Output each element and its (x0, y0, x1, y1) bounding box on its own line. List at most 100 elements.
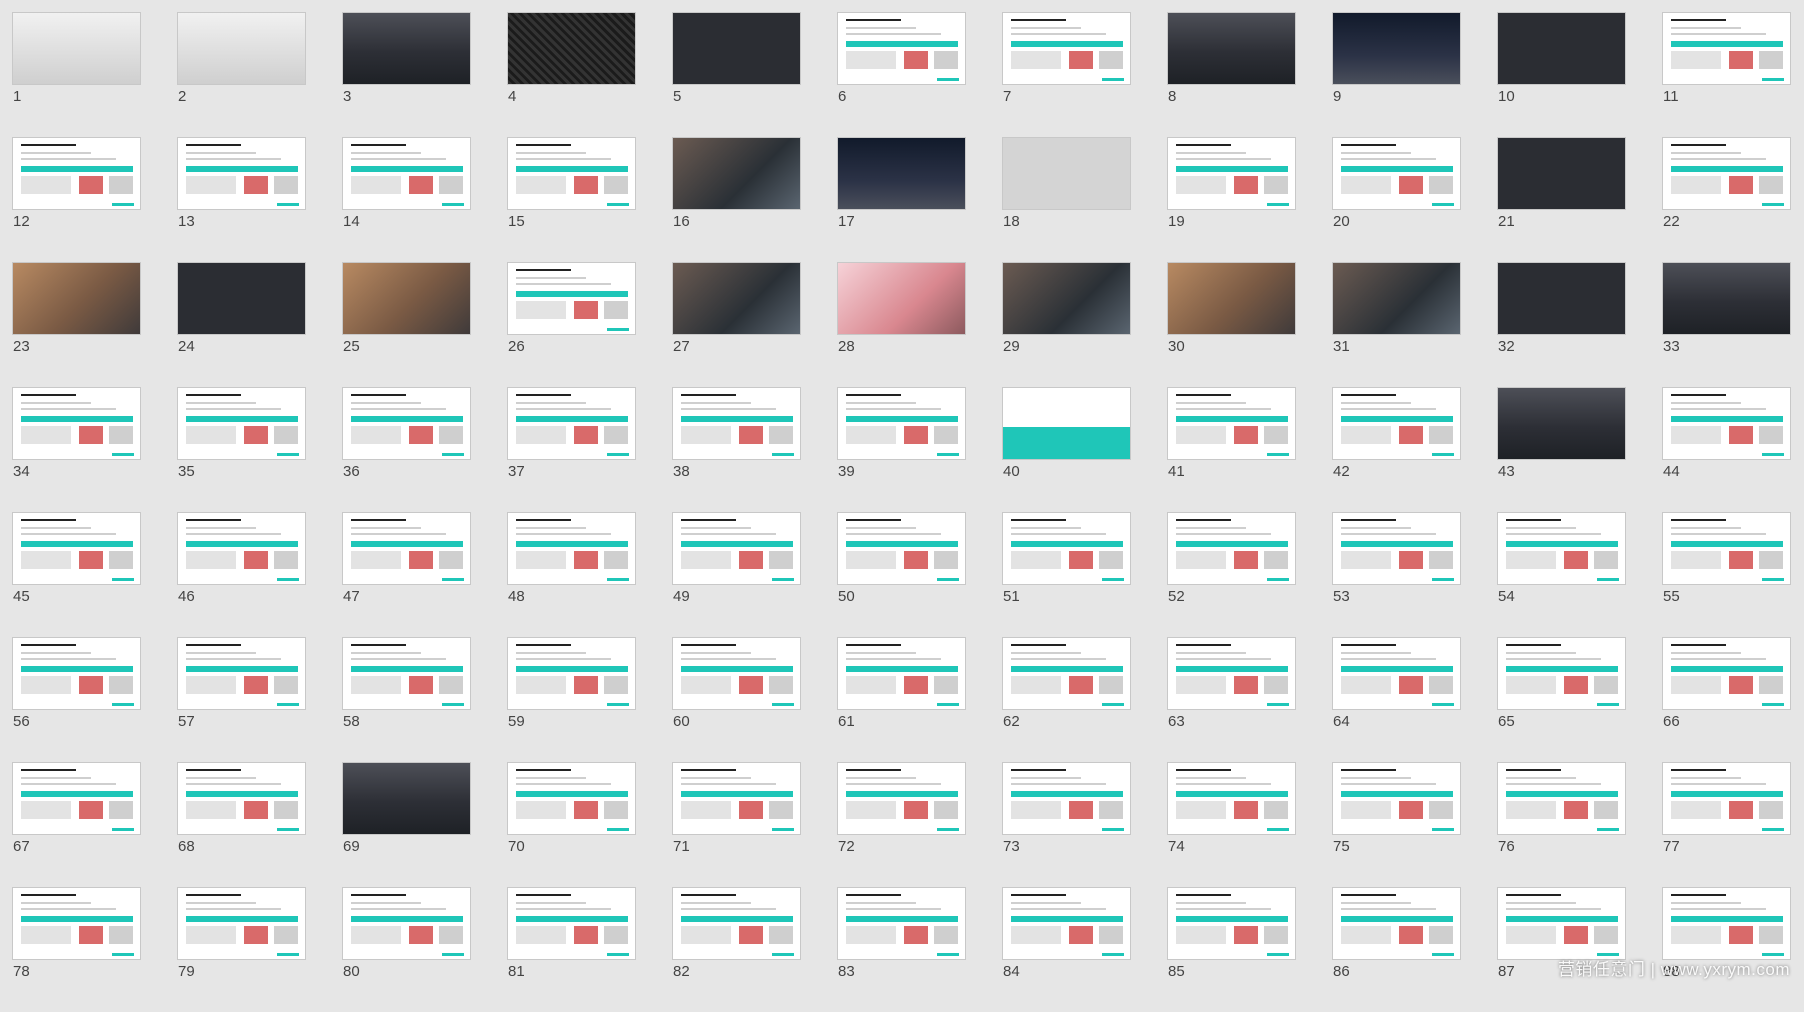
slide-thumbnail[interactable] (672, 887, 801, 960)
slide-thumbnail[interactable] (177, 512, 306, 585)
slide-thumbnail[interactable] (177, 12, 306, 85)
slide-thumbnail[interactable] (1332, 12, 1461, 85)
slide-thumbnail[interactable] (1167, 887, 1296, 960)
slide-thumbnail[interactable] (342, 12, 471, 85)
slide-thumbnail[interactable] (1167, 387, 1296, 460)
slide-thumbnail[interactable] (177, 637, 306, 710)
slide-thumbnail[interactable] (1002, 762, 1131, 835)
slide-thumbnail[interactable] (1497, 512, 1626, 585)
slide-thumbnail[interactable] (1662, 387, 1791, 460)
slide-thumbnail[interactable] (1167, 262, 1296, 335)
slide-thumbnail[interactable] (1002, 887, 1131, 960)
slide-thumbnail[interactable] (837, 762, 966, 835)
slide-thumbnail[interactable] (12, 387, 141, 460)
slide-thumbnail[interactable] (177, 387, 306, 460)
slide-thumbnail[interactable] (12, 762, 141, 835)
slide-thumbnail[interactable] (1662, 137, 1791, 210)
slide-thumbnail[interactable] (177, 762, 306, 835)
slide-thumbnail[interactable] (507, 512, 636, 585)
slide-thumbnail[interactable] (1002, 637, 1131, 710)
slide-thumbnail[interactable] (1002, 12, 1131, 85)
slide-thumbnail[interactable] (177, 262, 306, 335)
slide-thumbnail[interactable] (177, 137, 306, 210)
slide-thumbnail[interactable] (177, 887, 306, 960)
slide-thumbnail-cell: 70 (507, 762, 636, 887)
slide-thumbnail[interactable] (1497, 887, 1626, 960)
slide-number: 4 (508, 88, 517, 105)
slide-thumbnail[interactable] (837, 262, 966, 335)
slide-thumbnail[interactable] (342, 637, 471, 710)
slide-thumbnail[interactable] (1497, 262, 1626, 335)
slide-thumbnail-cell: 45 (12, 512, 141, 637)
slide-thumbnail[interactable] (1167, 637, 1296, 710)
slide-thumbnail[interactable] (672, 637, 801, 710)
slide-thumbnail-cell: 55 (1662, 512, 1791, 637)
slide-thumbnail[interactable] (342, 762, 471, 835)
slide-thumbnail[interactable] (1662, 762, 1791, 835)
slide-thumbnail[interactable] (507, 137, 636, 210)
slide-thumbnail[interactable] (507, 637, 636, 710)
slide-thumbnail[interactable] (1497, 637, 1626, 710)
slide-thumbnail[interactable] (1497, 12, 1626, 85)
slide-thumbnail[interactable] (1497, 762, 1626, 835)
slide-thumbnail[interactable] (12, 512, 141, 585)
slide-thumbnail[interactable] (1662, 637, 1791, 710)
slide-thumbnail[interactable] (342, 512, 471, 585)
slide-logo-mark (772, 953, 794, 956)
slide-thumbnail[interactable] (507, 762, 636, 835)
slide-thumbnail[interactable] (672, 262, 801, 335)
slide-thumbnail[interactable] (1497, 137, 1626, 210)
slide-thumbnail[interactable] (1332, 887, 1461, 960)
slide-thumbnail[interactable] (12, 887, 141, 960)
slide-thumbnail[interactable] (507, 262, 636, 335)
slide-thumbnail[interactable] (1662, 512, 1791, 585)
slide-thumbnail[interactable] (1167, 12, 1296, 85)
slide-thumbnail[interactable] (1167, 137, 1296, 210)
slide-thumbnail[interactable] (1332, 762, 1461, 835)
slide-thumbnail[interactable] (1002, 512, 1131, 585)
slide-logo-mark (937, 828, 959, 831)
slide-thumbnail[interactable] (672, 12, 801, 85)
slide-thumbnail[interactable] (1002, 387, 1131, 460)
slide-thumbnail[interactable] (1497, 387, 1626, 460)
slide-thumbnail[interactable] (1167, 512, 1296, 585)
slide-thumbnail[interactable] (672, 512, 801, 585)
slide-thumbnail[interactable] (342, 387, 471, 460)
slide-thumbnail[interactable] (1332, 262, 1461, 335)
slide-thumbnail[interactable] (837, 637, 966, 710)
slide-thumbnail[interactable] (12, 137, 141, 210)
slide-thumbnail[interactable] (837, 387, 966, 460)
slide-thumbnail[interactable] (1662, 12, 1791, 85)
slide-thumbnail[interactable] (1662, 262, 1791, 335)
slide-thumbnail[interactable] (1332, 512, 1461, 585)
slide-thumbnail[interactable] (837, 12, 966, 85)
slide-thumbnail[interactable] (1332, 637, 1461, 710)
slide-thumbnail[interactable] (1662, 887, 1791, 960)
slide-thumbnail-cell: 76 (1497, 762, 1626, 887)
slide-thumbnail[interactable] (837, 887, 966, 960)
slide-thumbnail[interactable] (1002, 137, 1131, 210)
slide-thumbnail[interactable] (507, 887, 636, 960)
slide-thumbnail[interactable] (342, 137, 471, 210)
slide-thumbnail[interactable] (672, 762, 801, 835)
slide-thumbnail[interactable] (1167, 762, 1296, 835)
slide-logo-mark (1267, 703, 1289, 706)
slide-thumbnail[interactable] (12, 12, 141, 85)
slide-number: 63 (1168, 713, 1185, 730)
slide-thumbnail[interactable] (12, 637, 141, 710)
slide-thumbnail[interactable] (12, 262, 141, 335)
slide-thumbnail[interactable] (1002, 262, 1131, 335)
slide-thumbnail[interactable] (342, 887, 471, 960)
slide-thumbnail[interactable] (342, 262, 471, 335)
slide-thumbnail[interactable] (672, 387, 801, 460)
slide-thumbnail[interactable] (1332, 387, 1461, 460)
slide-thumbnail[interactable] (1332, 137, 1461, 210)
slide-thumbnail[interactable] (672, 137, 801, 210)
slide-thumbnail-cell: 67 (12, 762, 141, 887)
slide-thumbnail[interactable] (507, 12, 636, 85)
slide-thumbnail[interactable] (507, 387, 636, 460)
slide-number: 22 (1663, 213, 1680, 230)
slide-thumbnail[interactable] (837, 137, 966, 210)
slide-thumbnail[interactable] (837, 512, 966, 585)
slide-thumbnail-cell: 48 (507, 512, 636, 637)
